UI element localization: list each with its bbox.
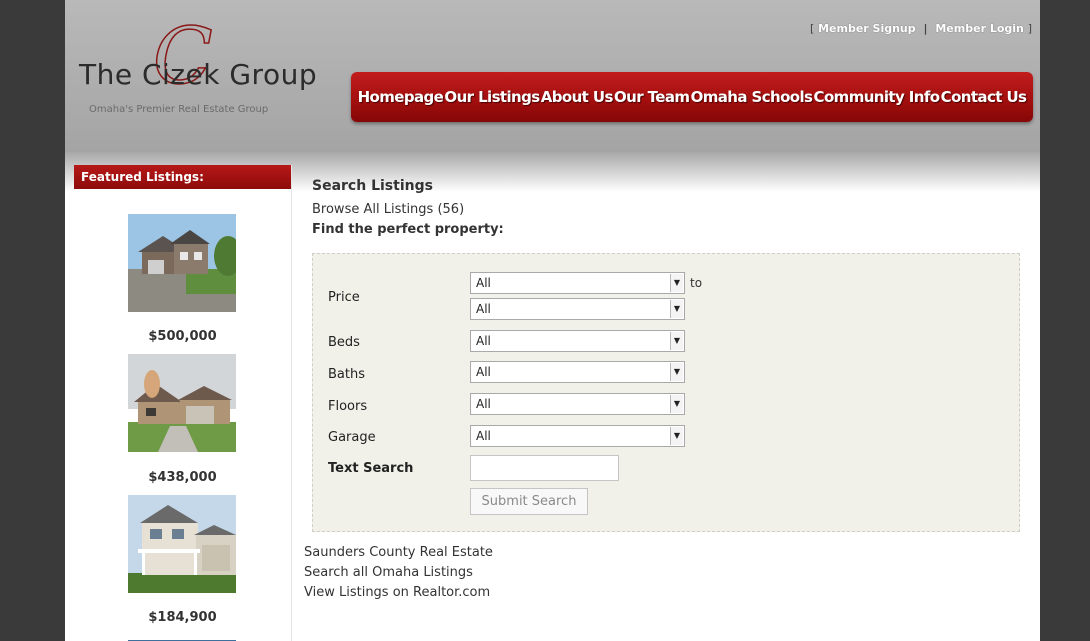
member-signup-link[interactable]: Member Signup — [818, 22, 916, 35]
nav-our-team[interactable]: Our Team — [614, 88, 690, 106]
featured-sidebar: Featured Listings: $500,000 $438,000 $18… — [74, 165, 292, 641]
member-login-link[interactable]: Member Login — [935, 22, 1024, 35]
member-separator: | — [923, 22, 928, 35]
price-min-select[interactable]: All ▼ — [470, 272, 685, 294]
garage-select[interactable]: All ▼ — [470, 425, 685, 447]
dropdown-arrow-icon: ▼ — [670, 363, 683, 381]
search-omaha-listings-link[interactable]: Search all Omaha Listings — [304, 565, 473, 580]
price-label: Price — [328, 290, 360, 305]
baths-value: All — [476, 365, 491, 379]
main-nav: Homepage Our Listings About Us Our Team … — [351, 72, 1033, 122]
price-max-select[interactable]: All ▼ — [470, 298, 685, 320]
price-min-value: All — [476, 276, 491, 290]
saunders-county-link[interactable]: Saunders County Real Estate — [304, 545, 493, 560]
search-subtitle: Find the perfect property: — [312, 222, 504, 237]
nav-homepage[interactable]: Homepage — [358, 88, 444, 106]
beds-select[interactable]: All ▼ — [470, 330, 685, 352]
dropdown-arrow-icon: ▼ — [670, 274, 683, 292]
search-title: Search Listings — [312, 178, 433, 194]
realtor-com-link[interactable]: View Listings on Realtor.com — [304, 585, 490, 600]
nav-about-us[interactable]: About Us — [541, 88, 614, 106]
page: C The Cizek Group Omaha's Premier Real E… — [65, 0, 1040, 641]
floors-select[interactable]: All ▼ — [470, 393, 685, 415]
nav-contact-us[interactable]: Contact Us — [941, 88, 1027, 106]
text-search-input[interactable] — [470, 455, 619, 481]
beds-label: Beds — [328, 335, 360, 350]
garage-label: Garage — [328, 430, 376, 445]
floors-label: Floors — [328, 399, 368, 414]
dropdown-arrow-icon: ▼ — [670, 300, 683, 318]
nav-community-info[interactable]: Community Info — [814, 88, 941, 106]
dropdown-arrow-icon: ▼ — [670, 332, 683, 350]
dropdown-arrow-icon: ▼ — [670, 427, 683, 445]
price-max-value: All — [476, 302, 491, 316]
garage-value: All — [476, 429, 491, 443]
logo-name: The Cizek Group — [79, 58, 318, 91]
logo-tagline: Omaha's Premier Real Estate Group — [89, 104, 269, 115]
browse-all-listings-link[interactable]: Browse All Listings (56) — [312, 202, 464, 217]
bracket-left: [ — [809, 22, 815, 35]
listing-photo[interactable] — [128, 495, 236, 593]
sidebar-heading: Featured Listings: — [74, 165, 291, 189]
price-to-label: to — [690, 276, 703, 290]
listing-price: $500,000 — [148, 329, 217, 344]
header: C The Cizek Group Omaha's Premier Real E… — [65, 0, 1040, 152]
text-search-label: Text Search — [328, 461, 414, 476]
dropdown-arrow-icon: ▼ — [670, 395, 683, 413]
logo[interactable]: C The Cizek Group Omaha's Premier Real E… — [77, 17, 317, 128]
nav-our-listings[interactable]: Our Listings — [444, 88, 540, 106]
member-links: [ Member Signup | Member Login ] — [810, 22, 1032, 35]
listing-price: $184,900 — [148, 610, 217, 625]
baths-select[interactable]: All ▼ — [470, 361, 685, 383]
listing-photo[interactable] — [128, 354, 236, 452]
search-form: Price All ▼ to All ▼ Beds All ▼ Baths Al… — [312, 253, 1020, 532]
submit-search-button[interactable]: Submit Search — [470, 488, 588, 515]
baths-label: Baths — [328, 367, 365, 382]
listing-price: $438,000 — [148, 470, 217, 485]
floors-value: All — [476, 397, 491, 411]
beds-value: All — [476, 334, 491, 348]
listing-photo[interactable] — [128, 214, 236, 312]
listing-photo[interactable] — [128, 635, 236, 641]
bracket-right: ] — [1027, 22, 1032, 35]
nav-omaha-schools[interactable]: Omaha Schools — [691, 88, 813, 106]
